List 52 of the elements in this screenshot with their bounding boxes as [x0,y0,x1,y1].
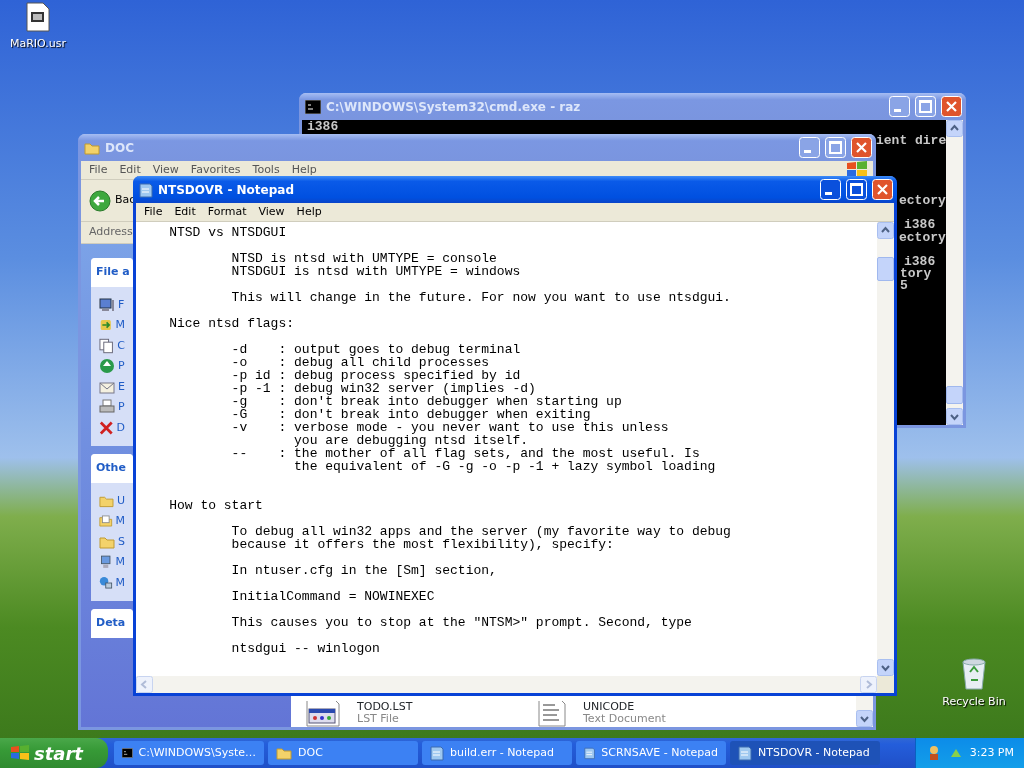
taskbar-button[interactable]: C:\WINDOWS\Syste… [114,741,264,765]
file-name[interactable]: UNICODE [583,701,666,713]
menu-item[interactable]: View [252,203,291,221]
menu-item[interactable]: File [83,161,114,179]
menu-item[interactable]: Format [201,203,253,221]
address-label: Address [89,224,133,241]
menu-item[interactable]: Help [285,161,323,179]
console-text: ectory [899,195,946,207]
console-text: 5 [900,280,908,292]
task-link[interactable]: E [118,378,125,395]
menu-item[interactable]: File [138,203,169,221]
file-type: Text Document [583,713,666,725]
window-title: C:\WINDOWS\System32\cmd.exe - raz [326,98,582,116]
menu-item[interactable]: View [146,161,185,179]
desktop-icon-label[interactable]: Recycle Bin [942,694,1006,711]
console-text: ectory [899,232,946,244]
pane-title[interactable]: Othe [91,454,133,483]
file-type: LST File [357,713,400,725]
file-name[interactable]: TODO.LST [357,701,413,713]
task-link[interactable]: P [118,358,125,375]
taskbar-button[interactable]: DOC [268,741,418,765]
console-text: i386 [307,121,339,133]
task-link[interactable]: M [115,554,125,571]
menu-item[interactable]: Favorites [184,161,247,179]
window-title: NTSDOVR - Notepad [158,181,295,199]
task-link[interactable]: M [115,574,125,591]
taskbar-button[interactable]: build.err - Notepad [422,741,572,765]
console-text: i386 [904,256,936,268]
document-text: NTSD vs NTSDGUI NTSD is ntsd with UMTYPE = console NTSDGUI is ntsd with UMTYPE = windows This will change in the future. For now you want to use ntsdgui. Nice ntsd flags: -d : output goes to debug terminal -o : debug all child processes -p id : debug process specified by id -p -1 : debug win32 server (implies -d) -g : don't break into debugger when starting up -G : don't break into debugger when exiting -v : verbose mode - you never want to use this unless you are debugging ntsd itself. -- : the mother of all flag sets, and the most useful. Is the equivalent of -G -g -o -p -1 + lazy symbol loading How to start To debug all win32 apps and the server (my favorite way to debug because it offers the most flexibility), specify: In ntuser.cfg in the [Sm] section, InitialCommand = NOWINEXEC This causes you to stop at the "NTSM>" prompt. Second, type ntsdgui -- winlogon [136,222,877,676]
menu-item[interactable]: Edit [168,203,202,221]
menu-item[interactable]: Edit [113,161,147,179]
task-link[interactable]: M [115,317,125,334]
window-title: DOC [105,139,135,157]
task-link[interactable]: D [116,419,125,436]
console-text: i386 [904,219,936,231]
task-link[interactable]: P [118,399,125,416]
task-link[interactable]: U [116,492,125,509]
task-link[interactable]: M [115,513,125,530]
pane-title[interactable]: Deta [91,609,133,638]
desktop-icon-label[interactable]: MaRIO.usr [9,36,67,53]
clock: 3:23 PM [969,744,1014,761]
console-text: tory [900,268,932,280]
task-link[interactable]: S [118,533,125,550]
pane-title[interactable]: File a [91,258,133,287]
start-button[interactable]: start [0,738,108,768]
taskbar-button[interactable]: NTSDOVR - Notepad [730,741,880,765]
taskbar-button[interactable]: SCRNSAVE - Notepad [576,741,726,765]
console-text: ient dire [876,135,947,147]
menu-item[interactable]: Tools [246,161,286,179]
task-link[interactable]: C [117,337,125,354]
menu-item[interactable]: Help [290,203,328,221]
task-link[interactable]: F [118,296,125,313]
